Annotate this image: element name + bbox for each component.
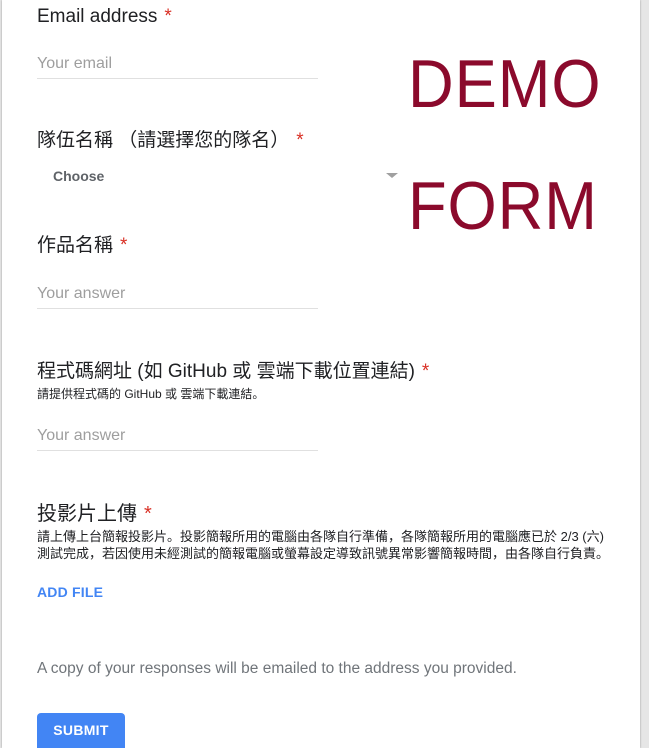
slides-description-line: 請上傳上台簡報投影片。投影簡報所用的電腦由各隊自行準備，各隊簡報所用的電腦應已於… [37,529,604,544]
submit-button[interactable]: SUBMIT [37,713,125,748]
required-asterisk: * [144,503,152,525]
dropdown-arrow-icon [386,173,398,178]
work-name-input[interactable] [37,282,318,309]
add-file-button[interactable]: ADD FILE [37,583,103,601]
email-input[interactable] [37,52,318,79]
slides-description: 請上傳上台簡報投影片。投影簡報所用的電腦由各隊自行準備，各隊簡報所用的電腦應已於… [37,528,609,562]
watermark-line-form: FORM [408,168,598,244]
question-title-text: 隊伍名稱 （請選擇您的隊名） [37,130,290,151]
required-asterisk: * [296,130,304,151]
required-asterisk: * [421,361,430,382]
team-dropdown[interactable]: Choose [37,162,409,190]
code-url-description: 請提供程式碼的 GitHub 或 雲端下載連結。 [37,387,265,401]
form-card: DEMO FORM Email address * 隊伍名稱 （請選擇您的隊名） *… [2,0,640,748]
question-title-text: 投影片上傳 [37,503,137,525]
team-dropdown-selected: Choose [53,168,105,184]
question-title-text: 作品名稱 [37,235,114,256]
email-question-title: Email address * [37,4,172,30]
slides-question-title: 投影片上傳 * [37,500,152,528]
question-title-text: Email address [37,6,158,27]
code-url-input[interactable] [37,424,318,451]
required-asterisk: * [120,235,128,256]
slides-description-line: 測試完成，若因使用未經測試的簡報電腦或螢幕設定導致訊號異常影響簡報時間，由各隊自… [37,546,610,561]
code-url-question-title: 程式碼網址 (如 GitHub 或 雲端下載位置連結) * [37,359,429,385]
work-name-question-title: 作品名稱 * [37,233,127,259]
watermark-line-demo: DEMO [408,46,602,122]
required-asterisk: * [164,6,172,27]
question-title-text: 程式碼網址 (如 GitHub 或 雲端下載位置連結) [37,361,415,382]
copy-notice: A copy of your responses will be emailed… [37,660,517,677]
team-question-title: 隊伍名稱 （請選擇您的隊名） * [37,128,304,154]
